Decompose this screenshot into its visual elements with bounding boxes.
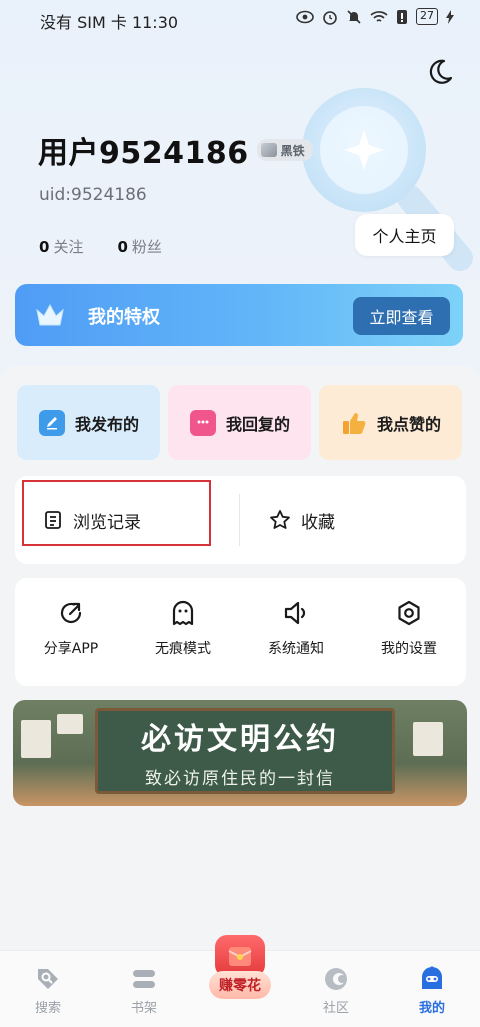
- incognito-mode-button[interactable]: 无痕模式: [135, 600, 231, 658]
- tab-bookshelf-label: 书架: [130, 1001, 157, 1016]
- tab-search[interactable]: 搜索: [18, 965, 78, 1016]
- banner-title: 必访文明公约: [141, 722, 339, 757]
- share-icon: [60, 602, 82, 624]
- my-settings-label: 我的设置: [381, 641, 437, 657]
- share-app-button[interactable]: 分享APP: [23, 600, 119, 658]
- profile-robot-icon: [422, 966, 442, 989]
- tab-earn-pocket-money[interactable]: 赚零花: [200, 935, 280, 1025]
- alarm-icon: [323, 10, 337, 25]
- share-app-label: 分享APP: [43, 641, 99, 657]
- quick-actions: 我发布的 我回复的 我点赞的: [17, 385, 462, 460]
- divider: [239, 494, 240, 546]
- my-likes-label: 我点赞的: [377, 414, 442, 434]
- pencil-icon: [39, 409, 65, 436]
- following-label: 关注: [53, 238, 84, 256]
- mute-bell-icon: [347, 9, 361, 24]
- username-row: 用户9524186 黑铁: [38, 128, 313, 172]
- tab-community-label: 社区: [322, 1001, 349, 1016]
- privilege-card[interactable]: 我的特权 立即查看: [15, 284, 463, 346]
- civility-pact-banner[interactable]: 必访文明公约 致必访原住民的一封信: [13, 700, 467, 806]
- my-posts-button[interactable]: 我发布的: [17, 385, 160, 460]
- tab-earn-label: 赚零花: [209, 971, 271, 999]
- level-medal-icon: [260, 143, 277, 157]
- tab-community[interactable]: 社区: [306, 965, 366, 1016]
- tab-mine-label: 我的: [418, 1001, 445, 1016]
- tools-card: 分享APP 无痕模式 系统通知 我的设置: [15, 578, 466, 686]
- status-icons: 27: [296, 8, 454, 25]
- battery-level: 27: [416, 8, 438, 25]
- favorites-label: 收藏: [301, 512, 335, 533]
- ghost-icon: [172, 600, 194, 626]
- my-posts-label: 我发布的: [75, 414, 140, 434]
- document-list-icon: [45, 511, 61, 529]
- tab-mine[interactable]: 我的: [402, 965, 462, 1016]
- username: 用户9524186: [38, 136, 249, 171]
- tab-search-label: 搜索: [34, 1001, 61, 1016]
- thumbs-up-icon: [341, 410, 367, 436]
- user-id: uid:9524186: [39, 185, 147, 205]
- my-replies-button[interactable]: 我回复的: [168, 385, 311, 460]
- wifi-icon: [370, 10, 388, 22]
- following-count: 0: [39, 238, 50, 256]
- fans-label: 粉丝: [131, 238, 162, 256]
- charging-icon: [446, 9, 454, 24]
- fans-count: 0: [117, 238, 128, 256]
- bookshelf-icon: [133, 970, 155, 988]
- status-carrier-time: 没有 SIM 卡 11:30: [40, 13, 179, 32]
- status-bar: 没有 SIM 卡 11:30 27: [0, 0, 480, 38]
- speaker-icon: [284, 601, 306, 625]
- search-tag-icon: [38, 969, 58, 989]
- browse-history-button[interactable]: 浏览记录: [43, 476, 141, 564]
- banner-subtitle: 致必访原住民的一封信: [145, 769, 335, 789]
- level-badge-label: 黑铁: [280, 143, 305, 158]
- history-favorites-card: 浏览记录 收藏: [15, 476, 466, 564]
- favorites-button[interactable]: 收藏: [269, 476, 335, 564]
- system-notifications-label: 系统通知: [268, 641, 324, 657]
- following-stat[interactable]: 0 关注: [39, 236, 83, 257]
- alert-icon: [397, 9, 407, 24]
- system-notifications-button[interactable]: 系统通知: [248, 600, 344, 658]
- star-icon: [270, 510, 290, 529]
- crown-icon: [36, 303, 64, 326]
- my-likes-button[interactable]: 我点赞的: [319, 385, 462, 460]
- settings-icon: [398, 600, 420, 626]
- incognito-mode-label: 无痕模式: [155, 641, 211, 657]
- view-now-button[interactable]: 立即查看: [353, 297, 450, 335]
- my-settings-button[interactable]: 我的设置: [361, 600, 457, 658]
- level-badge[interactable]: 黑铁: [256, 139, 313, 161]
- my-replies-label: 我回复的: [226, 414, 291, 434]
- night-mode-moon-icon[interactable]: [426, 58, 454, 86]
- follow-stats: 0 关注 0 粉丝: [39, 236, 162, 257]
- privilege-title: 我的特权: [88, 307, 160, 328]
- community-icon: [325, 968, 347, 990]
- chat-bubble-icon: [190, 409, 216, 436]
- browse-history-label: 浏览记录: [73, 512, 141, 533]
- fans-stat[interactable]: 0 粉丝: [117, 236, 161, 257]
- eye-icon: [296, 10, 314, 23]
- bottom-tab-bar: 搜索 书架 赚零花 社区 我的: [0, 935, 480, 1027]
- personal-homepage-button[interactable]: 个人主页: [355, 214, 454, 256]
- tab-bookshelf[interactable]: 书架: [114, 965, 174, 1016]
